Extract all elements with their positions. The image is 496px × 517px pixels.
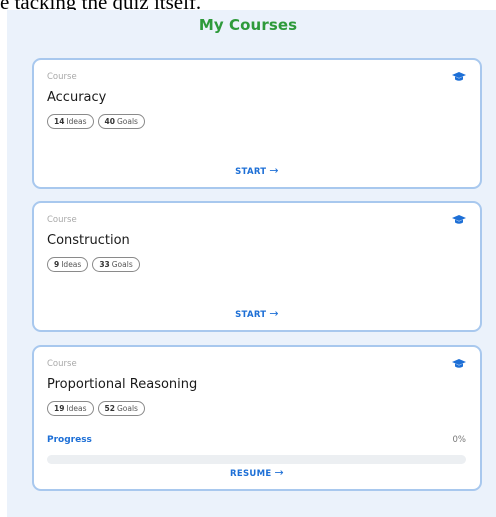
ideas-count: 19 — [54, 404, 65, 413]
resume-button[interactable]: RESUME → — [34, 466, 480, 479]
course-label: Course — [47, 72, 77, 82]
course-card-accuracy[interactable]: Course Accuracy 14 Ideas 40 Goals START → — [32, 58, 482, 189]
page-title: My Courses — [198, 16, 298, 34]
start-button[interactable]: START → — [34, 164, 480, 177]
course-stats: 19 Ideas 52 Goals — [47, 401, 145, 416]
goals-count: 52 — [104, 404, 115, 413]
goals-count: 40 — [104, 117, 115, 126]
goals-label: Goals — [116, 404, 138, 413]
course-title: Accuracy — [47, 90, 107, 105]
ideas-chip: 14 Ideas — [47, 114, 94, 129]
course-title: Proportional Reasoning — [47, 377, 198, 392]
goals-chip: 52 Goals — [97, 401, 145, 416]
ideas-count: 9 — [54, 260, 60, 269]
arrow-right-icon: → — [269, 164, 279, 177]
course-card-construction[interactable]: Course Construction 9 Ideas 33 Goals START… — [32, 201, 482, 332]
graduation-cap-icon — [452, 72, 466, 81]
progress-label: Progress — [47, 435, 92, 445]
ideas-label: Ideas — [66, 404, 87, 413]
progress-percent: 0% — [452, 435, 467, 445]
start-button[interactable]: START → — [34, 307, 480, 320]
ideas-label: Ideas — [66, 117, 87, 126]
graduation-cap-icon — [452, 215, 466, 224]
course-stats: 9 Ideas 33 Goals — [47, 257, 140, 272]
arrow-right-icon: → — [274, 466, 284, 479]
goals-count: 33 — [99, 260, 110, 269]
ideas-chip: 19 Ideas — [47, 401, 94, 416]
goals-label: Goals — [111, 260, 133, 269]
resume-button-label: RESUME — [230, 469, 272, 479]
ideas-chip: 9 Ideas — [47, 257, 89, 272]
goals-chip: 33 Goals — [92, 257, 140, 272]
course-stats: 14 Ideas 40 Goals — [47, 114, 145, 129]
arrow-right-icon: → — [269, 307, 279, 320]
course-label: Course — [47, 215, 77, 225]
progress-bar — [47, 455, 466, 464]
course-card-proportional-reasoning[interactable]: Course Proportional Reasoning 19 Ideas 52… — [32, 345, 482, 491]
course-title: Construction — [47, 233, 130, 248]
graduation-cap-icon — [452, 359, 466, 368]
course-label: Course — [47, 359, 77, 369]
goals-label: Goals — [116, 117, 138, 126]
ideas-count: 14 — [54, 117, 65, 126]
ideas-label: Ideas — [61, 260, 82, 269]
start-button-label: START — [235, 167, 267, 177]
goals-chip: 40 Goals — [97, 114, 145, 129]
start-button-label: START — [235, 310, 267, 320]
